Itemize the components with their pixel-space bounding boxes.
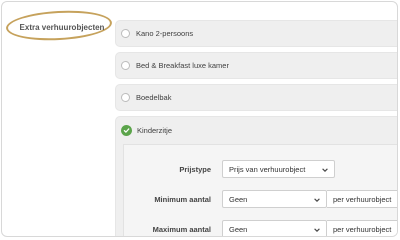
minimum-row: Minimum aantal Geen per verhuurobject — [124, 189, 397, 209]
minimum-unit: per verhuurobject — [327, 190, 397, 208]
select-value: Geen — [229, 224, 248, 234]
maximum-select[interactable]: Geen — [222, 220, 327, 236]
option-label: Bed & Breakfast luxe kamer — [136, 61, 229, 70]
option-header[interactable]: Kinderzitje — [116, 117, 397, 144]
select-value: Prijs van verhuurobject — [229, 164, 306, 174]
chevron-down-icon — [314, 228, 320, 232]
maximum-row: Maximum aantal Geen per verhuurobject — [124, 219, 397, 236]
radio-button[interactable] — [121, 29, 130, 38]
form-panel: Extra verhuurobjecten Kano 2-persoons Be… — [1, 1, 398, 237]
maximum-label: Maximum aantal — [152, 224, 211, 234]
section-label: Extra verhuurobjecten — [19, 22, 105, 32]
chevron-down-icon — [314, 198, 320, 202]
option-label: Kano 2-persoons — [136, 29, 194, 38]
option-settings: Prijstype Prijs van verhuurobject Minimu… — [123, 144, 397, 236]
chevron-down-icon — [322, 168, 328, 172]
price-type-label: Prijstype — [179, 164, 211, 174]
select-value: Geen — [229, 194, 248, 204]
minimum-select[interactable]: Geen — [222, 190, 327, 208]
minimum-label: Minimum aantal — [154, 194, 211, 204]
radio-button[interactable] — [121, 61, 130, 70]
radio-button[interactable] — [121, 93, 130, 102]
option-label: Boedelbak — [136, 93, 172, 102]
options-list: Kano 2-persoons Bed & Breakfast luxe kam… — [115, 20, 397, 236]
check-circle-icon — [121, 125, 132, 136]
maximum-unit: per verhuurobject — [327, 220, 397, 236]
option-boedelbak[interactable]: Boedelbak — [115, 84, 397, 111]
option-label: Kinderzitje — [137, 126, 173, 135]
price-type-row: Prijstype Prijs van verhuurobject — [124, 159, 397, 179]
option-kano[interactable]: Kano 2-persoons — [115, 20, 397, 47]
price-type-select[interactable]: Prijs van verhuurobject — [222, 160, 335, 178]
option-bed-breakfast[interactable]: Bed & Breakfast luxe kamer — [115, 52, 397, 79]
option-kinderzitje[interactable]: Kinderzitje Prijstype Prijs van verhuuro… — [115, 116, 397, 236]
